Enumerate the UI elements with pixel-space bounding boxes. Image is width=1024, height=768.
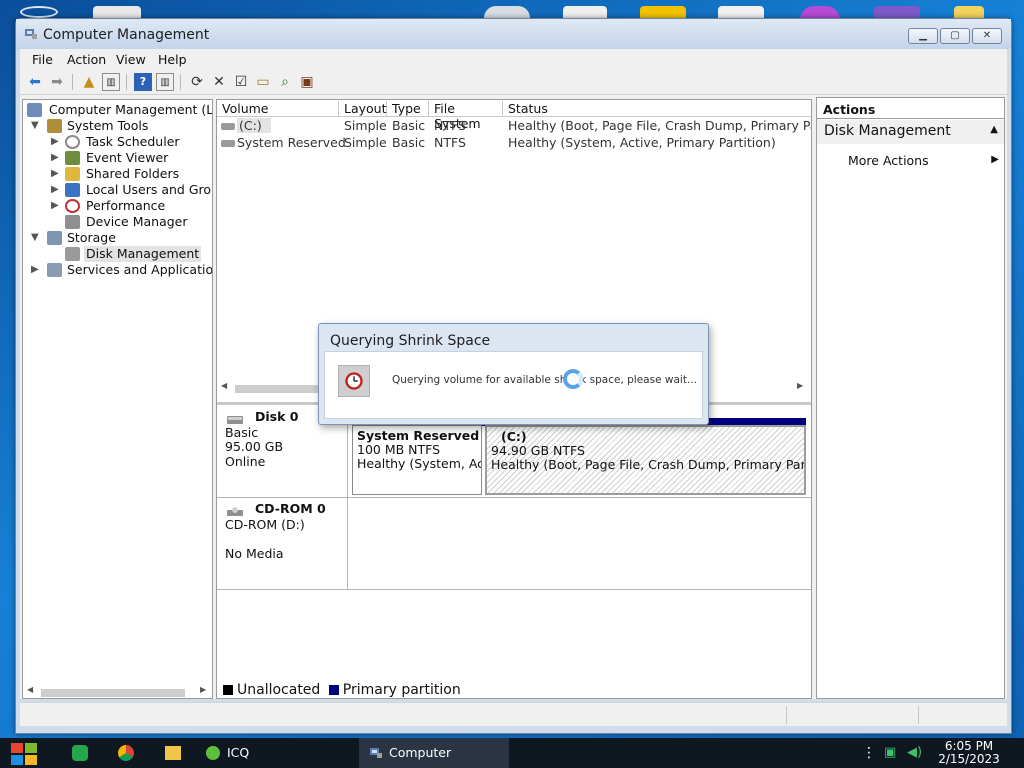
performance-icon [65,199,80,213]
expand-arrow-icon[interactable]: ▶ [51,198,61,214]
close-button[interactable]: ✕ [972,28,1002,44]
column-layout[interactable]: Layout [339,101,387,117]
forward-arrow-icon[interactable]: ➡ [48,73,66,91]
column-status[interactable]: Status [503,101,811,117]
clock[interactable]: 6:05 PM 2/15/2023 [936,738,1002,768]
busy-spinner-icon [563,369,583,389]
help-icon[interactable]: ? [134,73,152,91]
drive-icon [221,123,235,130]
expand-arrow-icon[interactable]: ▶ [51,166,61,182]
taskbar-date: 2/15/2023 [938,752,1000,766]
file-explorer-icon[interactable] [165,746,181,760]
show-hide-tree-icon[interactable]: ▥ [102,73,120,91]
expand-arrow-icon[interactable]: ▶ [31,262,41,278]
unallocated-swatch [223,685,233,695]
menu-file[interactable]: File [32,52,53,67]
computer-icon [27,103,42,117]
collapse-triangle-icon[interactable]: ▲ [990,124,998,135]
window-titlebar[interactable]: Computer Management ▁ ▢ ✕ [16,19,1011,49]
actions-pane: Actions Disk Management ▲ More Actions ▶ [816,97,1005,699]
chrome-icon[interactable] [118,745,134,761]
delete-icon[interactable]: ✕ [210,73,228,91]
actions-title: Actions [817,98,1004,119]
partition-c-drive[interactable]: (C:) 94.90 GB NTFS Healthy (Boot, Page F… [485,425,806,495]
column-file-system[interactable]: File System [429,101,503,131]
window-title: Computer Management [43,27,210,43]
menu-help[interactable]: Help [158,52,187,67]
open-folder-icon[interactable]: ▭ [254,73,272,91]
windows-logo-icon [11,743,37,765]
refresh-icon[interactable]: ⟳ [188,73,206,91]
expand-arrow-icon[interactable]: ▶ [51,182,61,198]
expand-arrow-icon[interactable]: ▶ [51,150,61,166]
column-volume[interactable]: Volume [217,101,339,117]
recycle-bin-desktop-icon[interactable] [20,6,58,18]
storage-icon [47,231,62,245]
services-icon [47,263,62,277]
legend-primary-partition: Primary partition [342,682,461,698]
back-arrow-icon[interactable]: ⬅ [26,73,44,91]
primary-partition-swatch [328,685,339,695]
device-manager-icon [65,215,80,229]
up-level-icon[interactable]: ▲ [80,73,98,91]
legend: Unallocated Primary partition [223,682,461,698]
actions-section-disk-management[interactable]: Disk Management ▲ [817,120,1004,144]
shared-folder-icon [65,167,80,181]
volume-row[interactable]: (C:) Simple Basic NTFS Healthy (Boot, Pa… [217,118,811,134]
app-green-icon[interactable] [72,745,88,761]
querying-shrink-space-dialog: Querying Shrink Space Querying volume fo… [318,323,709,425]
clock-icon [65,135,80,149]
search-icon[interactable]: ⌕ [276,73,294,91]
dialog-body: Querying volume for available shrink spa… [324,351,703,419]
menu-bar: File Action View Help [20,49,1007,69]
menu-view[interactable]: View [116,52,146,67]
volume-icon[interactable]: ◀) [907,738,922,768]
view-icon[interactable]: ▣ [298,73,316,91]
tools-icon [47,119,62,133]
cd-rom-icon [227,507,243,516]
status-bar [20,702,1007,726]
show-hide-action-pane-icon[interactable]: ▥ [156,73,174,91]
taskbar-icq[interactable]: ICQ [227,738,249,768]
menu-action[interactable]: Action [67,52,106,67]
collapse-arrow-icon[interactable]: ▼ [31,230,41,246]
submenu-arrow-icon: ▶ [991,154,999,165]
legend-unallocated: Unallocated [237,682,321,698]
clock-icon [338,365,370,397]
network-icon[interactable]: ▣ [884,738,896,768]
volume-row[interactable]: System Reserved Simple Basic NTFS Health… [217,135,811,151]
start-button[interactable] [8,741,44,767]
cdrom-0-info[interactable]: CD-ROM 0 CD-ROM (D:) No Media [217,498,348,589]
show-hidden-icons-icon[interactable]: ⋮ [862,738,876,768]
more-actions-item[interactable]: More Actions ▶ [848,153,999,168]
column-type[interactable]: Type [387,101,429,117]
properties-icon[interactable]: ☑ [232,73,250,91]
tree-horizontal-scrollbar[interactable]: ◀ ▶ [27,685,210,698]
toolbar: ⬅ ➡ ▲ ▥ ? ▥ ⟳ ✕ ☑ ▭ ⌕ ▣ [20,69,1007,95]
users-icon [65,183,80,197]
icq-icon[interactable] [206,746,220,760]
console-tree: Computer Management (Loca ▼ System Tools… [22,99,213,699]
taskbar-computer-management[interactable]: Computer Manage... [359,738,509,768]
collapse-arrow-icon[interactable]: ▼ [31,118,41,134]
expand-arrow-icon[interactable]: ▶ [51,134,61,150]
hard-disk-icon [227,416,243,424]
minimize-button[interactable]: ▁ [908,28,938,44]
maximize-button[interactable]: ▢ [940,28,970,44]
volume-list-header: Volume Layout Type File System Status [217,100,811,131]
dialog-message: Querying volume for available shrink spa… [392,374,697,386]
event-viewer-icon [65,151,80,165]
drive-icon [221,140,235,147]
cdrom-0-row: CD-ROM 0 CD-ROM (D:) No Media [217,498,811,590]
computer-management-icon [370,748,382,758]
dialog-title: Querying Shrink Space [330,333,491,349]
taskbar: ICQ Computer Manage... ⋮ ▣ ◀) 6:05 PM 2/… [0,738,1024,768]
disk-icon [65,247,80,261]
computer-management-icon [25,29,37,39]
partition-system-reserved[interactable]: System Reserved 100 MB NTFS Healthy (Sys… [352,425,482,495]
